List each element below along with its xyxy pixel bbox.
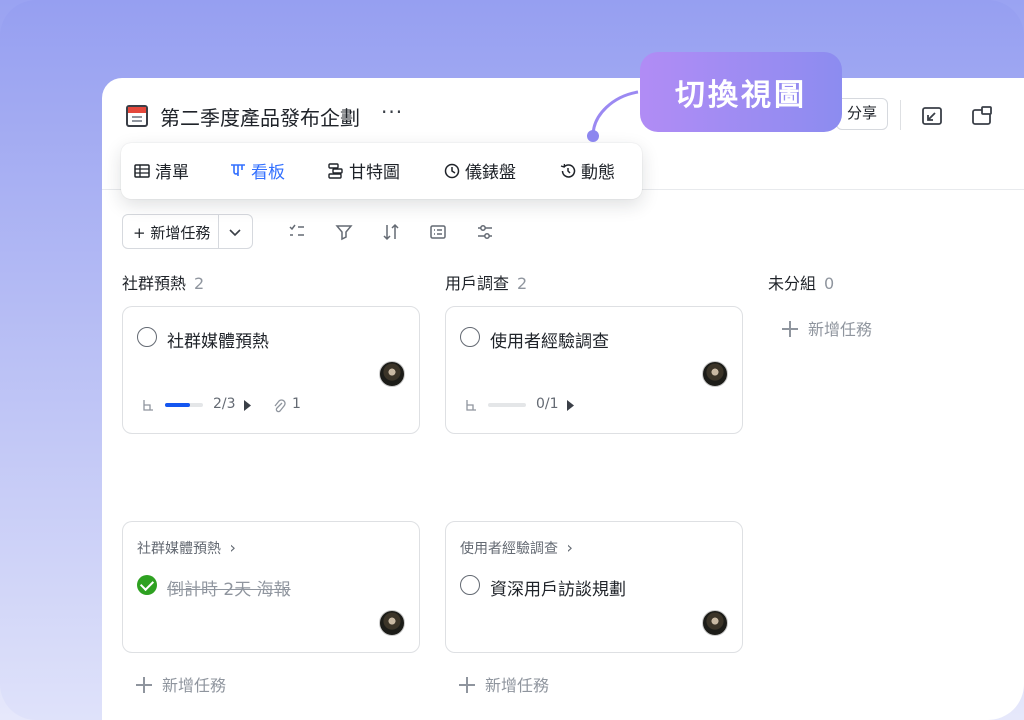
- more-options-button[interactable]: ···: [381, 100, 403, 124]
- kanban-icon: [231, 163, 245, 176]
- settings-sliders-icon[interactable]: [475, 222, 495, 242]
- task-card[interactable]: 使用者經驗調查 0/1: [445, 306, 743, 434]
- chevron-right-icon: ›: [229, 538, 236, 557]
- parent-task-link[interactable]: 使用者經驗調查 ›: [460, 538, 573, 558]
- column-count: 0: [824, 274, 835, 293]
- attachment-count: 1: [292, 396, 301, 412]
- add-task-row[interactable]: 新增任務: [782, 316, 872, 340]
- view-tab-label: 甘特圖: [349, 163, 400, 183]
- sort-icon[interactable]: [381, 222, 401, 242]
- column-header: 未分組 0: [768, 270, 1008, 294]
- column-header: 用戶調查 2: [445, 270, 745, 294]
- activity-icon: [560, 163, 576, 178]
- column-header: 社群預熱 2: [122, 270, 422, 294]
- subtask-icon: [143, 400, 153, 411]
- task-title: 社群媒體預熱: [167, 332, 269, 352]
- gantt-icon: [328, 162, 343, 179]
- checklist-icon[interactable]: [287, 222, 307, 242]
- assignee-avatar[interactable]: [379, 361, 405, 387]
- add-task-label: + 新增任務: [133, 224, 211, 242]
- subtask-progress-text: 0/1: [536, 396, 559, 412]
- dashboard-icon: [444, 163, 460, 178]
- subtask-icon: [466, 400, 476, 411]
- view-tab-label: 清單: [155, 163, 189, 183]
- task-card[interactable]: 使用者經驗調查 › 資深用戶訪談規劃: [445, 521, 743, 653]
- progress-fill: [165, 403, 191, 407]
- add-task-row[interactable]: 新增任務: [136, 672, 226, 696]
- chevron-down-icon[interactable]: [227, 224, 243, 240]
- plus-icon: [136, 677, 152, 693]
- view-tab-label: 動態: [581, 163, 615, 183]
- column-name: 未分組: [768, 274, 817, 293]
- add-task-row-label: 新增任務: [808, 320, 873, 339]
- task-title: 資深用戶訪談規劃: [490, 580, 626, 600]
- add-task-separator: [218, 215, 219, 248]
- task-meta: 2/3 1: [141, 396, 401, 416]
- chevron-right-icon: ›: [566, 538, 573, 557]
- task-complete-checkbox[interactable]: [137, 327, 157, 347]
- task-done-checkbox[interactable]: [137, 575, 157, 595]
- open-window-icon[interactable]: [970, 104, 994, 128]
- kanban-column: 未分組 0 新增任務: [768, 270, 1008, 339]
- subtask-progress-bar: [165, 403, 203, 407]
- add-task-button[interactable]: + 新增任務: [122, 214, 253, 249]
- parent-task-name: 使用者經驗調查: [460, 541, 558, 557]
- assignee-avatar[interactable]: [702, 361, 728, 387]
- column-name: 用戶調查: [445, 274, 510, 293]
- add-task-row-label: 新增任務: [485, 676, 550, 695]
- group-icon[interactable]: [428, 222, 448, 242]
- task-title: 使用者經驗調查: [490, 332, 609, 352]
- task-complete-checkbox[interactable]: [460, 575, 480, 595]
- add-task-row-label: 新增任務: [162, 676, 227, 695]
- task-card[interactable]: 社群媒體預熱 2/3 1: [122, 306, 420, 434]
- column-count: 2: [194, 274, 205, 293]
- plus-icon: [782, 321, 798, 337]
- kanban-column: 社群預熱 2 社群媒體預熱 2/3 1 社群媒體預熱 › 倒計時 2天 海報 新…: [122, 270, 422, 695]
- header-divider: [900, 100, 901, 130]
- view-tab-label: 看板: [251, 163, 285, 183]
- assignee-avatar[interactable]: [379, 610, 405, 636]
- view-tab-dashboard[interactable]: 儀錶盤: [443, 158, 516, 183]
- switch-view-callout: 切換視圖: [640, 52, 842, 132]
- task-complete-checkbox[interactable]: [460, 327, 480, 347]
- task-title: 倒計時 2天 海報: [167, 580, 291, 600]
- kanban-column: 用戶調查 2 使用者經驗調查 0/1 使用者經驗調查 › 資深用戶訪談規劃 新增…: [445, 270, 745, 695]
- table-icon: [134, 163, 150, 178]
- assignee-avatar[interactable]: [702, 610, 728, 636]
- expand-triangle-icon[interactable]: [566, 400, 575, 411]
- view-switcher-popup: 清單 看板 甘特圖 儀錶盤 動態: [121, 143, 642, 199]
- task-card[interactable]: 社群媒體預熱 › 倒計時 2天 海報: [122, 521, 420, 653]
- subtask-progress-text: 2/3: [213, 396, 236, 412]
- column-name: 社群預熱: [122, 274, 187, 293]
- plus-icon: [459, 677, 475, 693]
- filter-icon[interactable]: [334, 222, 354, 242]
- parent-task-name: 社群媒體預熱: [137, 541, 221, 557]
- expand-triangle-icon[interactable]: [243, 400, 252, 411]
- page-title: 第二季度產品發布企劃: [160, 106, 360, 130]
- background: 第二季度產品發布企劃 ··· 分享 + 新增任務 社群預熱 2 社群媒體預熱 2…: [0, 0, 1024, 720]
- column-count: 2: [517, 274, 528, 293]
- calendar-doc-icon: [126, 105, 148, 127]
- share-button[interactable]: 分享: [836, 98, 889, 130]
- shrink-icon[interactable]: [920, 104, 944, 128]
- view-tab-label: 儀錶盤: [465, 163, 516, 183]
- view-tab-activity[interactable]: 動態: [559, 158, 615, 183]
- subtask-progress-bar: [488, 403, 526, 407]
- parent-task-link[interactable]: 社群媒體預熱 ›: [137, 538, 236, 558]
- attachment-icon: [274, 399, 286, 413]
- view-tab-gantt[interactable]: 甘特圖: [327, 158, 400, 183]
- view-tab-list[interactable]: 清單: [133, 158, 189, 183]
- add-task-row[interactable]: 新增任務: [459, 672, 549, 696]
- task-meta: 0/1: [464, 396, 724, 416]
- view-tab-kanban[interactable]: 看板: [229, 158, 285, 183]
